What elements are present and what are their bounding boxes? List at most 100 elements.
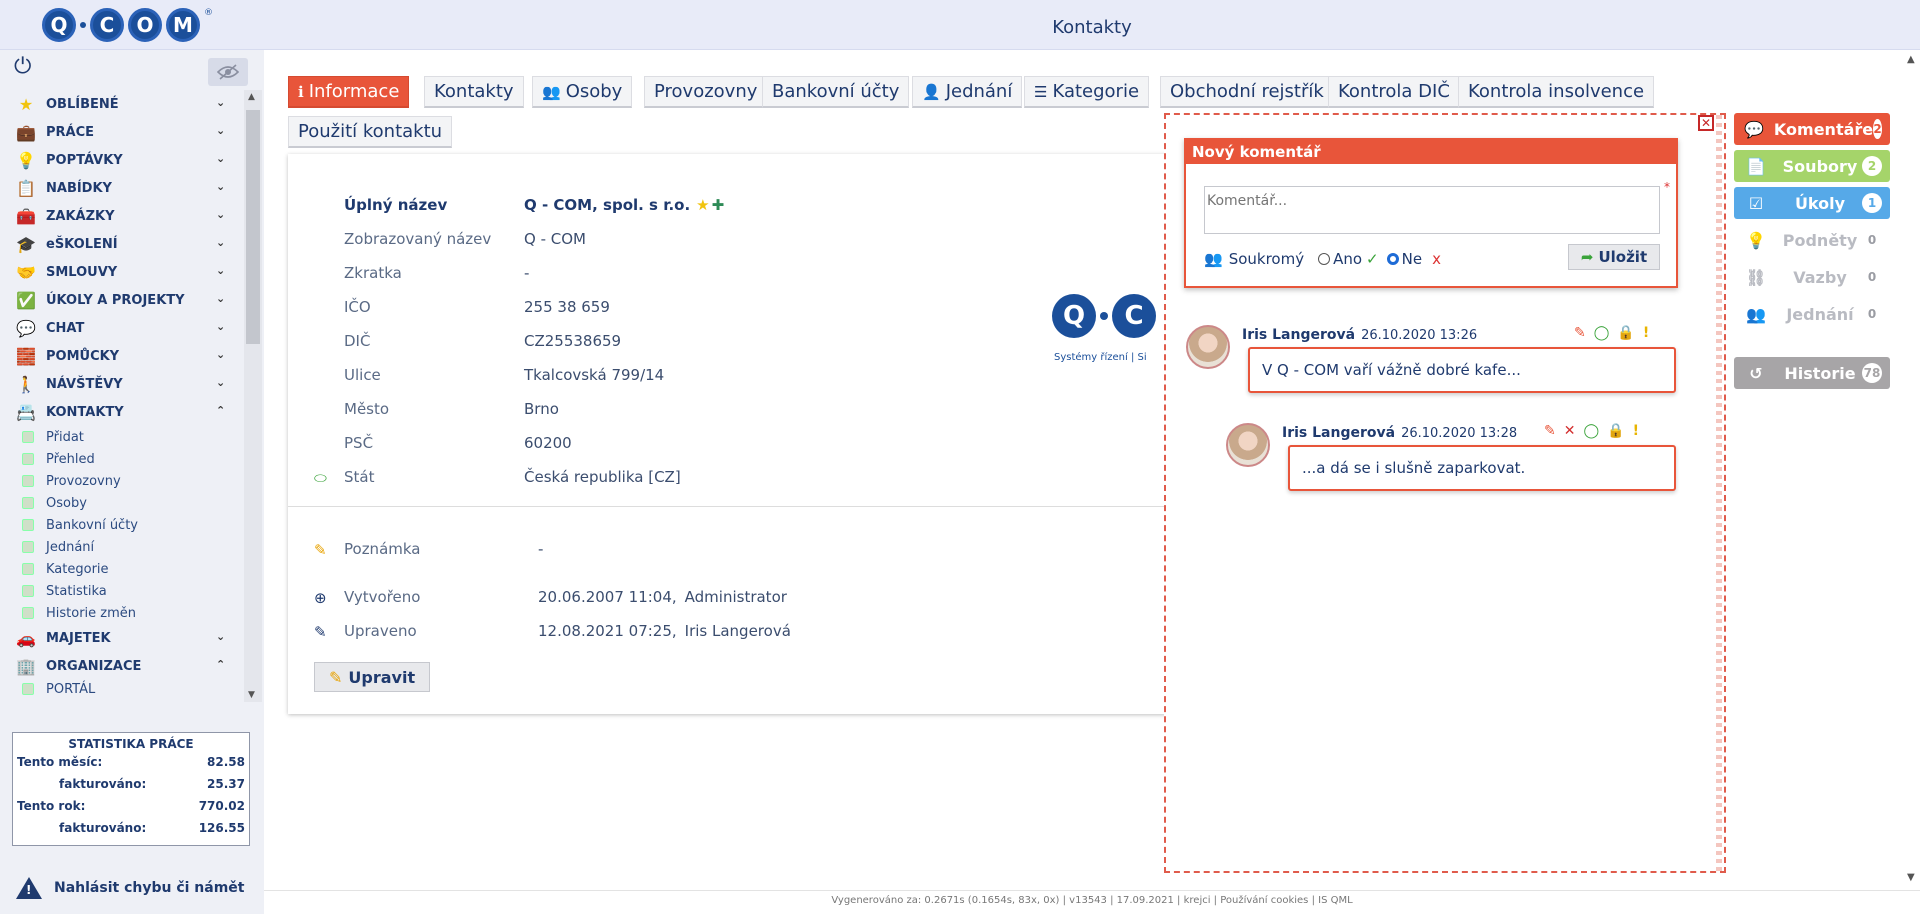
- field-value: Česká republika [CZ]: [524, 468, 681, 486]
- panel-button-historie[interactable]: ↺ Historie 78: [1734, 357, 1890, 389]
- scroll-up-icon[interactable]: ▲: [1907, 54, 1915, 65]
- panel-button-jednání[interactable]: 👥 Jednání 0: [1734, 298, 1890, 330]
- chevron-icon[interactable]: ⌄: [216, 348, 225, 361]
- check-icon: ✓: [1366, 250, 1379, 268]
- favorite-star-icon[interactable]: ★: [696, 196, 709, 216]
- overlay-resize-strip[interactable]: [1716, 115, 1722, 871]
- scroll-down-icon[interactable]: ▼: [248, 690, 255, 700]
- chevron-icon[interactable]: ⌄: [216, 292, 225, 305]
- comment-author[interactable]: Iris Langerová: [1282, 425, 1395, 441]
- field-row: Úplný název Q - COM, spol. s r.o. ★ ✚: [344, 196, 724, 216]
- sidebar-item-organizace[interactable]: 🏢 ORGANIZACE ⌃: [0, 652, 244, 680]
- sidebar-item-smlouvy[interactable]: 🤝 SMLOUVY ⌄: [0, 258, 244, 286]
- scroll-down-icon[interactable]: ▼: [1907, 872, 1915, 883]
- important-icon[interactable]: !: [1633, 423, 1639, 439]
- created-by[interactable]: Administrator: [685, 588, 787, 608]
- tab-provozovny[interactable]: Provozovny: [644, 76, 768, 108]
- sidebar-subitem[interactable]: Bankovní účty: [0, 514, 244, 536]
- sidebar-subitem-portal[interactable]: PORTÁL: [0, 680, 244, 698]
- private-yes-radio[interactable]: [1318, 253, 1331, 265]
- sidebar-subitem[interactable]: Jednání: [0, 536, 244, 558]
- sidebar-item-práce[interactable]: 💼 PRÁCE ⌄: [0, 118, 244, 146]
- sidebar-item-eškolení[interactable]: 🎓 eŠKOLENÍ ⌄: [0, 230, 244, 258]
- tab-informace[interactable]: ℹ Informace: [288, 76, 410, 108]
- chevron-icon[interactable]: ⌄: [216, 180, 225, 193]
- tab-kontakty[interactable]: Kontakty: [424, 76, 524, 108]
- sidebar-subitem[interactable]: Provozovny: [0, 470, 244, 492]
- tab-osoby[interactable]: 👥 Osoby: [532, 76, 633, 108]
- users-icon: 👥: [1746, 304, 1766, 324]
- reply-icon[interactable]: ◯: [1594, 325, 1610, 341]
- sidebar-item-návštěvy[interactable]: 🚶 NÁVŠTĚVY ⌄: [0, 370, 244, 398]
- sidebar-item-kontakty[interactable]: 📇 KONTAKTY ⌃: [0, 398, 244, 426]
- reply-icon[interactable]: ◯: [1583, 423, 1599, 439]
- sidebar-item-nabídky[interactable]: 📋 NABÍDKY ⌄: [0, 174, 244, 202]
- page-title: Kontakty: [1052, 17, 1132, 38]
- sidebar-item-pomůcky[interactable]: 🧱 POMŮCKY ⌄: [0, 342, 244, 370]
- sidebar-item-poptávky[interactable]: 💡 POPTÁVKY ⌄: [0, 146, 244, 174]
- sidebar-subitem[interactable]: Historie změn: [0, 602, 244, 624]
- sidebar-subitem[interactable]: Osoby: [0, 492, 244, 514]
- chevron-icon[interactable]: ⌃: [216, 404, 225, 417]
- edit-icon[interactable]: ✎: [1544, 423, 1556, 439]
- sidebar-subitem[interactable]: Kategorie: [0, 558, 244, 580]
- field-row: Ulice Tkalcovská 799/14: [344, 366, 664, 386]
- chevron-icon[interactable]: ⌃: [216, 658, 225, 671]
- sidebar-subitem[interactable]: Přidat: [0, 426, 244, 448]
- tab-kategorie[interactable]: ☰ Kategorie: [1024, 76, 1150, 108]
- comment-input[interactable]: [1204, 186, 1660, 234]
- updated-by[interactable]: Iris Langerová: [685, 622, 791, 642]
- panel-button-úkoly[interactable]: ☑ Úkoly 1: [1734, 187, 1890, 219]
- sidebar-item-oblíbené[interactable]: ★ OBLÍBENÉ ⌄: [0, 90, 244, 118]
- private-no-radio[interactable]: [1386, 253, 1399, 265]
- stats-value: 126.55: [198, 821, 245, 835]
- edit-label: Upravit: [348, 667, 416, 687]
- lock-icon[interactable]: 🔒: [1617, 325, 1634, 341]
- close-icon[interactable]: ✕: [1698, 115, 1714, 131]
- chevron-icon[interactable]: ⌄: [216, 96, 225, 109]
- chevron-icon[interactable]: ⌄: [216, 320, 225, 333]
- page-scrollbar[interactable]: ▲ ▼: [1904, 50, 1920, 890]
- chevron-icon[interactable]: ⌄: [216, 630, 225, 643]
- sidebar-item-úkoly-a-projekty[interactable]: ✅ ÚKOLY A PROJEKTY ⌄: [0, 286, 244, 314]
- important-icon[interactable]: !: [1643, 325, 1649, 341]
- save-comment-button[interactable]: ➦ Uložit: [1568, 244, 1660, 270]
- tab-jednání[interactable]: 👤 Jednání: [912, 76, 1023, 108]
- report-bug-button[interactable]: ! Nahlásit chybu či námět: [0, 862, 264, 914]
- hide-sidebar-button[interactable]: [208, 58, 248, 86]
- chevron-icon[interactable]: ⌄: [216, 376, 225, 389]
- comment-author[interactable]: Iris Langerová: [1242, 327, 1355, 343]
- lock-icon[interactable]: 🔒: [1607, 423, 1624, 439]
- chevron-icon[interactable]: ⌄: [216, 124, 225, 137]
- chevron-icon[interactable]: ⌄: [216, 152, 225, 165]
- sidebar-subitem[interactable]: Statistika: [0, 580, 244, 602]
- sidebar-item-majetek[interactable]: 🚗 MAJETEK ⌄: [0, 624, 244, 652]
- tab-bankovní-účty[interactable]: Bankovní účty: [762, 76, 910, 108]
- field-value: CZ25538659: [524, 332, 622, 350]
- sidebar-subitem[interactable]: Přehled: [0, 448, 244, 470]
- scroll-up-icon[interactable]: ▲: [248, 92, 255, 102]
- panel-button-podněty[interactable]: 💡 Podněty 0: [1734, 224, 1890, 256]
- sidebar-scrollbar[interactable]: ▲ ▼: [244, 90, 262, 702]
- tab-label: Provozovny: [654, 81, 758, 102]
- sidebar-item-chat[interactable]: 💬 CHAT ⌄: [0, 314, 244, 342]
- power-icon[interactable]: ⏻: [14, 54, 31, 79]
- tab-kontrola-insolvence[interactable]: Kontrola insolvence: [1458, 76, 1655, 108]
- chevron-icon[interactable]: ⌄: [216, 236, 225, 249]
- tab-použití-kontaktu[interactable]: Použití kontaktu: [288, 116, 453, 148]
- panel-button-komentáře[interactable]: 💬 Komentáře 2: [1734, 113, 1890, 145]
- chevron-icon[interactable]: ⌄: [216, 264, 225, 277]
- tab-kontrola-dič[interactable]: Kontrola DIČ: [1328, 76, 1460, 108]
- chevron-icon[interactable]: ⌄: [216, 208, 225, 221]
- edit-button[interactable]: ✎ Upravit: [314, 662, 431, 692]
- scrollbar-thumb[interactable]: [246, 110, 260, 344]
- sidebar-item-label: OBLÍBENÉ: [46, 96, 119, 112]
- tab-obchodní-rejstřík[interactable]: Obchodní rejstřík: [1160, 76, 1334, 108]
- comment-icon: 💬: [1744, 119, 1764, 139]
- edit-icon[interactable]: ✎: [1574, 325, 1586, 341]
- delete-icon[interactable]: ✕: [1564, 423, 1576, 439]
- vies-check-icon[interactable]: ✚: [712, 196, 725, 216]
- sidebar-item-zakázky[interactable]: 🧰 ZAKÁZKY ⌄: [0, 202, 244, 230]
- panel-button-vazby[interactable]: ⛓ Vazby 0: [1734, 261, 1890, 293]
- panel-button-soubory[interactable]: 📄 Soubory 2: [1734, 150, 1890, 182]
